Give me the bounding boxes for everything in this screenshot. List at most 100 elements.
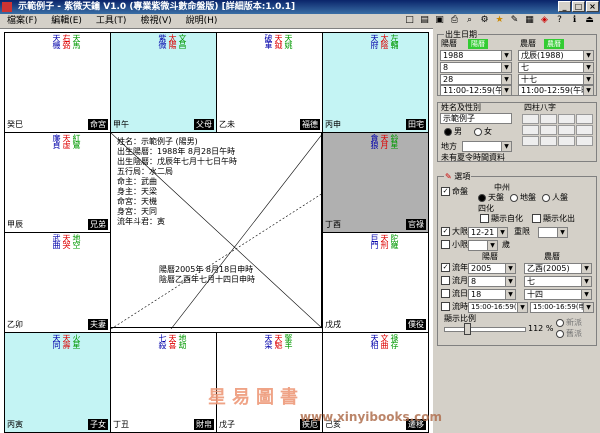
minor-star: 地劫 [178,334,187,348]
radio-tianpan[interactable] [478,193,486,202]
liuri-solar-select[interactable]: 18 ▼ [468,289,516,300]
checkbox-liushi[interactable] [441,302,450,311]
checkbox-xiaoxian[interactable] [441,240,450,249]
scale-slider-track[interactable] [444,327,526,332]
liuyue-lunar-select[interactable]: 七 ▼ [524,276,592,287]
checkbox-liunian[interactable]: ✓ [441,263,450,272]
birth-year-solar[interactable]: 1988 ▼ [440,50,512,61]
birth-month-solar[interactable]: 8 ▼ [440,62,512,73]
birth-hour-solar[interactable]: 11:00-12:59(午時) ▼ [440,85,512,96]
edit-icon[interactable]: ✎ [508,14,521,27]
open-icon[interactable]: ▤ [418,14,431,27]
liushi-lunar-select[interactable]: 15:00-16:59(申時) ▼ [530,302,594,313]
checkbox-liuri[interactable] [441,289,450,298]
radio-new-school[interactable] [556,318,564,327]
menu-tools[interactable]: 工具(T) [89,14,134,28]
maximize-button[interactable]: □ [572,1,585,12]
show-sihua-out-option[interactable]: 顯示化出 [532,214,575,224]
palace-cell[interactable]: 破軍 天鉞 天姚 乙未 福德 [216,32,323,133]
palace-cell[interactable]: 天同 天壽 火星 丙寅 子女 [4,332,111,433]
palace-cell[interactable]: 貪狼 天月 鈴星 丁酉 官祿 [322,132,429,233]
liunian-lunar-select[interactable]: 乙酉(2005) ▼ [524,263,592,274]
checkbox-ziha[interactable] [480,214,489,223]
old-school-option[interactable]: 舊派 [556,329,582,339]
palace-name: 子女 [88,419,108,430]
window-title: 示範例子 - 紫微天鑰 V1.0 (專業紫微斗數命盤版) [詳細版本:1.0.1… [18,2,296,12]
birth-day-lunar[interactable]: 十七 ▼ [518,74,594,85]
chongxian-select[interactable]: ▼ [538,227,568,238]
liunian-lunar-label: 農曆 [544,252,560,261]
radio-old-school[interactable] [556,329,564,338]
radio-dipan[interactable] [510,193,518,202]
palace-cell[interactable]: 紫微 太陽 文昌 甲午 父母 [110,32,217,133]
print-icon[interactable]: ⎙ [448,14,461,27]
checkbox-liuyue[interactable] [441,276,450,285]
xiaoxian-checkbox[interactable]: 小限 [441,240,468,250]
palace-stars: 巨門 天刑 陀羅 [370,234,426,248]
palace-name: 僕役 [406,319,426,330]
dipan-option[interactable]: 地盤 [510,193,536,203]
palace-ganzhi: 乙未 [219,120,235,129]
new-icon[interactable]: □ [403,14,416,27]
star-icon[interactable]: ★ [493,14,506,27]
palace-cell[interactable]: 巨門 天刑 陀羅 戊戌 僕役 [322,232,429,333]
birth-hour-lunar[interactable]: 11:00-12:59(午時) ▼ [518,85,594,96]
exit-icon[interactable]: ⏏ [583,14,596,27]
birth-year-lunar[interactable]: 戊辰(1988) ▼ [518,50,594,61]
settings-icon[interactable]: ⚙ [478,14,491,27]
solar-toggle-button[interactable]: 陽曆 [468,39,488,49]
xiaoxian-select[interactable]: ▼ [468,240,498,251]
middle-label: 中州 [494,183,510,192]
main-star: 巨門 [370,234,379,248]
tianpan-option[interactable]: 天盤 [478,193,504,203]
daxian-select[interactable]: 12-21 ▼ [468,227,508,238]
birth-day-solar[interactable]: 28 ▼ [440,74,512,85]
menu-view[interactable]: 檢視(V) [133,14,178,28]
chart-info-line: 身主：天梁 [117,187,157,196]
lunar-toggle-button[interactable]: 農曆 [544,39,564,49]
palette-icon[interactable]: ◈ [538,14,551,27]
liushi-solar-select[interactable]: 15:00-16:59(申時) ▼ [468,302,528,313]
checkbox-chart[interactable]: ✓ [441,187,450,196]
radio-male[interactable] [444,127,452,136]
close-button[interactable]: × [586,1,599,12]
help-icon[interactable]: ? [553,14,566,27]
scale-slider-thumb[interactable] [464,323,471,335]
palace-stars: 天梁 天魁 擎羊 [264,334,320,348]
chart-checkbox[interactable]: ✓ 命盤 [441,187,468,197]
info-icon[interactable]: ℹ [568,14,581,27]
gender-female[interactable]: 女 [474,127,492,137]
palace-cell[interactable]: 武曲 天哭 地空 乙卯 夫妻 [4,232,111,333]
place-select[interactable]: ▼ [462,141,512,152]
daxian-checkbox[interactable]: ✓ 大限 [441,227,468,237]
liuyue-checkbox[interactable]: 流月 [441,276,468,286]
liunian-checkbox[interactable]: ✓ 流年 [441,263,468,273]
palace-cell[interactable]: 天機 右弼 天馬 癸巳 命宮 [4,32,111,133]
save-icon[interactable]: ▣ [433,14,446,27]
name-input[interactable]: 示範例子 [440,113,512,124]
renpan-option[interactable]: 人盤 [542,193,568,203]
minimize-button[interactable]: _ [558,1,571,12]
palace-cell[interactable]: 七殺 天喜 地劫 丁丑 財帛 [110,332,217,433]
gender-male[interactable]: 男 [444,127,462,137]
checkbox-sihua-out[interactable] [532,214,541,223]
palace-cell[interactable]: 天府 太陰 左輔 丙申 田宅 [322,32,429,133]
zoom-icon[interactable]: ⌕ [463,14,476,27]
liuri-lunar-select[interactable]: 十四 ▼ [524,289,592,300]
checkbox-daxian[interactable]: ✓ [441,227,450,236]
menu-file[interactable]: 檔案(F) [0,14,44,28]
menu-help[interactable]: 說明(H) [179,14,225,28]
chart-icon[interactable]: ▦ [523,14,536,27]
liushi-checkbox[interactable]: 流時 [441,302,468,312]
new-school-option[interactable]: 新派 [556,318,582,328]
liuyue-solar-select[interactable]: 8 ▼ [468,276,516,287]
minor-star: 地空 [72,234,81,248]
radio-female[interactable] [474,127,482,136]
radio-renpan[interactable] [542,193,550,202]
menu-edit[interactable]: 編輯(E) [44,14,89,28]
birth-month-lunar[interactable]: 七 ▼ [518,62,594,73]
liuri-checkbox[interactable]: 流日 [441,289,468,299]
palace-cell[interactable]: 廉貞 天虛 紅鸞 甲辰 兄弟 [4,132,111,233]
liunian-solar-select[interactable]: 2005 ▼ [468,263,516,274]
show-ziha-option[interactable]: 顯示自化 [480,214,523,224]
